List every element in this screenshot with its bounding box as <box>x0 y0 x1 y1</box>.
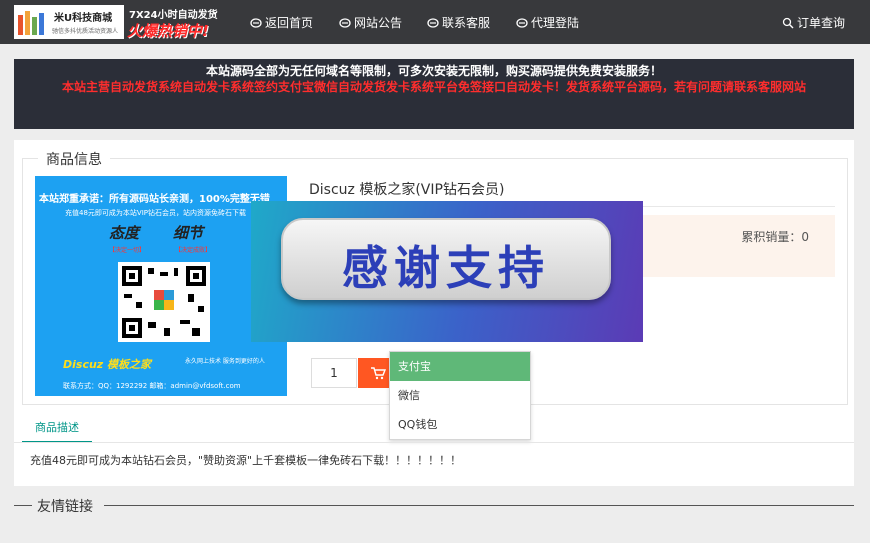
tab-description[interactable]: 商品描述 <box>22 419 92 443</box>
payment-option-qqwallet[interactable]: QQ钱包 <box>390 410 530 439</box>
agent-icon <box>516 17 528 28</box>
image-badge2: 【决定成败】 <box>175 247 212 254</box>
friend-links-rule-left <box>14 505 32 506</box>
buy-button[interactable] <box>358 358 392 388</box>
promo-banner: 7X24小时自动发货 火爆热销中! <box>125 5 237 40</box>
thanks-overlay: 感谢支持 <box>251 201 643 342</box>
order-query-link[interactable]: 订单查询 <box>782 14 845 31</box>
quantity-input[interactable]: 1 <box>311 358 357 388</box>
nav-agent-login-label: 代理登陆 <box>531 16 580 30</box>
logo-name: 米U科技商城 <box>54 13 113 24</box>
qr-code-icon <box>118 262 210 342</box>
logo-mark-icon <box>18 11 44 35</box>
image-callig1: 态度 <box>109 224 140 242</box>
promo-line1: 7X24小时自动发货 <box>129 10 218 21</box>
product-title: Discuz 模板之家(VIP钻石会员) <box>309 182 505 198</box>
image-contact: 联系方式：QQ：1292292 邮箱：admin@vfdsoft.com <box>63 382 241 390</box>
thanks-pill: 感谢支持 <box>281 218 611 300</box>
payment-dropdown[interactable]: 支付宝 微信 QQ钱包 <box>389 351 531 440</box>
service-icon <box>427 17 439 28</box>
payment-option-alipay[interactable]: 支付宝 <box>390 352 530 381</box>
sales-value: 0 <box>801 230 809 244</box>
search-icon <box>782 17 794 28</box>
friend-links-title: 友情链接 <box>37 499 93 515</box>
nav-service[interactable]: 联系客服 <box>427 14 490 31</box>
image-line1: 本站郑重承诺：所有源码站长亲测，100%完整无错 <box>39 194 270 205</box>
site-logo[interactable]: 米U科技商城 驰信多抖优质活动资源人 <box>14 5 124 39</box>
nav-home-label: 返回首页 <box>265 16 314 30</box>
nav-service-label: 联系客服 <box>442 16 491 30</box>
product-image: 本站郑重承诺：所有源码站长亲测，100%完整无错 充值48元即可成为本站VIP钻… <box>35 176 287 396</box>
announcement-icon <box>339 17 351 28</box>
home-icon <box>250 17 262 28</box>
nav-announcement[interactable]: 网站公告 <box>339 14 402 31</box>
image-brand-note: 永久网上技术 服务到更好的人 <box>185 358 265 365</box>
image-callig2: 细节 <box>173 224 204 242</box>
sales-count: 累积销量：0 <box>741 228 809 245</box>
nav-announcement-label: 网站公告 <box>354 16 403 30</box>
logo-subtitle: 驰信多抖优质活动资源人 <box>52 28 119 35</box>
payment-option-wechat[interactable]: 微信 <box>390 381 530 410</box>
image-brand: Discuz 模板之家 <box>63 358 152 371</box>
notice-banner: 本站源码全部为无任何域名等限制，可多次安装无限制，购买源码提供免费安装服务！ 本… <box>14 59 854 129</box>
order-query-label: 订单查询 <box>797 16 846 30</box>
product-description: 充值48元即可成为本站钻石会员，"赞助资源"上千套模板一律免砖石下载！！！！！！… <box>30 454 462 467</box>
image-badge1: 【决定一切】 <box>109 247 146 254</box>
top-navbar: 米U科技商城 驰信多抖优质活动资源人 7X24小时自动发货 火爆热销中! 返回首… <box>0 0 870 44</box>
friend-links-rule-right <box>104 505 854 506</box>
nav-home[interactable]: 返回首页 <box>250 14 313 31</box>
notice-line1: 本站源码全部为无任何域名等限制，可多次安装无限制，购买源码提供免费安装服务！ <box>205 64 662 78</box>
tab-divider <box>14 442 854 443</box>
nav-agent-login[interactable]: 代理登陆 <box>516 14 579 31</box>
thanks-text: 感谢支持 <box>342 241 550 295</box>
section-title: 商品信息 <box>38 149 110 169</box>
image-line2: 充值48元即可成为本站VIP钻石会员，站内资源免砖石下载 <box>65 209 246 217</box>
sales-label: 累积销量： <box>741 230 802 244</box>
notice-line2: 本站主营自动发货系统自动发卡系统签约支付宝微信自动发货发卡系统平台免签接口自动发… <box>61 80 806 94</box>
promo-line2: 火爆热销中! <box>127 22 209 40</box>
cart-icon <box>371 367 386 380</box>
